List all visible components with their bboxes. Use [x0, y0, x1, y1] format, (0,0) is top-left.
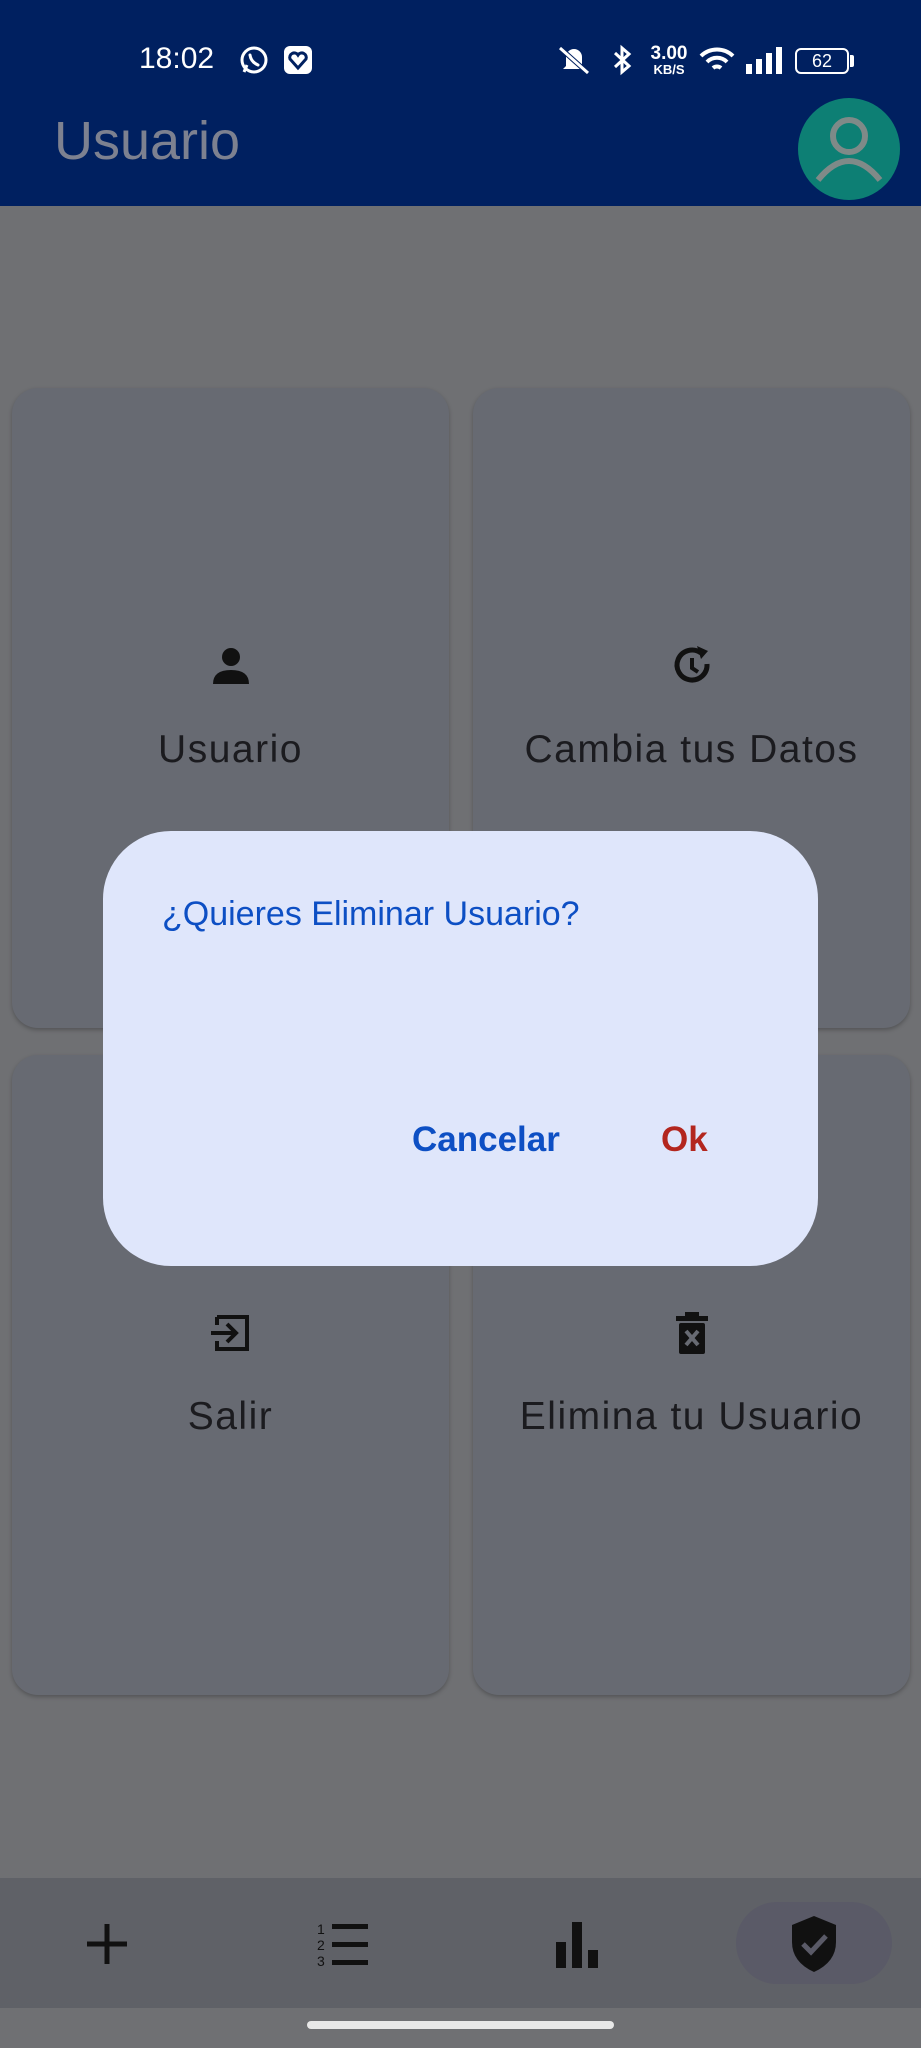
battery-tip: [850, 55, 854, 67]
battery-level: 62: [811, 51, 833, 71]
network-speed: 3.00 KB/S: [644, 44, 694, 76]
card-label: Elimina tu Usuario: [519, 1395, 864, 1438]
avatar[interactable]: [798, 98, 900, 200]
add-icon[interactable]: [67, 1904, 147, 1984]
exit-icon: [210, 1315, 249, 1351]
wifi-icon: [699, 47, 735, 70]
cancel-button[interactable]: Cancelar: [412, 1120, 560, 1160]
gesture-bar[interactable]: [307, 2021, 614, 2029]
delete-x-icon: [675, 1312, 708, 1354]
signal-icon: [746, 47, 782, 74]
app-notification-icon: [284, 46, 312, 74]
whatsapp-icon: [240, 46, 268, 74]
battery-icon: 62: [795, 48, 849, 74]
mute-bell-icon: [558, 46, 590, 75]
network-speed-value: 3.00: [650, 43, 688, 64]
status-time: 18:02: [139, 42, 215, 75]
network-speed-unit: KB/S: [653, 62, 685, 77]
numbered-list-icon[interactable]: 1 2 3: [302, 1904, 382, 1984]
card-label: Usuario: [158, 728, 303, 771]
svg-text:3: 3: [317, 1953, 325, 1969]
account-icon: [815, 117, 883, 182]
svg-text:2: 2: [317, 1937, 325, 1953]
card-label: Salir: [187, 1395, 274, 1438]
dialog-message: ¿Quieres Eliminar Usuario?: [162, 895, 580, 933]
bar-chart-icon[interactable]: [538, 1904, 618, 1984]
status-bar: 18:02 3.00 KB/S 62: [0, 0, 921, 98]
ok-button[interactable]: Ok: [661, 1120, 708, 1160]
verified-shield-icon[interactable]: [774, 1904, 854, 1984]
card-label: Cambia tus Datos: [524, 728, 859, 771]
person-icon: [212, 648, 249, 684]
history-refresh-icon: [674, 646, 710, 683]
bluetooth-icon: [613, 44, 632, 76]
svg-text:1: 1: [317, 1921, 325, 1937]
page-title: Usuario: [54, 111, 241, 171]
